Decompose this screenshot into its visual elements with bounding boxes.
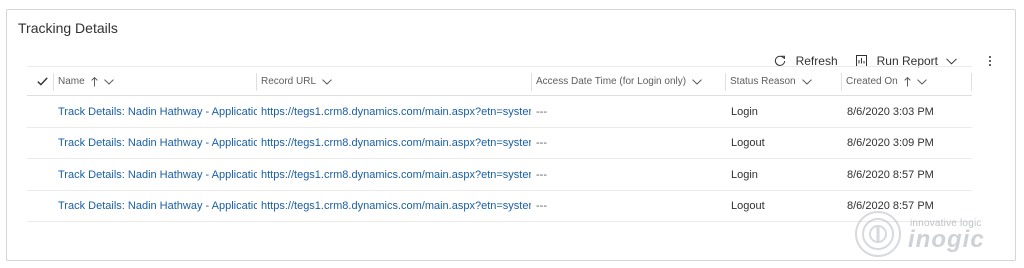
chevron-down-icon[interactable] (916, 78, 927, 85)
chevron-down-icon[interactable] (946, 57, 957, 65)
name-link[interactable]: Track Details: Nadin Hathway - Applicati… (58, 159, 257, 190)
more-icon[interactable] (985, 56, 995, 66)
sort-ascending-icon (90, 76, 98, 86)
status-reason-value: Login (731, 105, 758, 118)
column-label: Access Date Time (for Login only) (536, 76, 687, 87)
chevron-down-icon[interactable] (103, 78, 114, 85)
record-url-link[interactable]: https://tegs1.crm8.dynamics.com/main.asp… (261, 159, 531, 190)
checkmark-icon (37, 77, 48, 86)
column-label: Created On (846, 76, 898, 87)
access-date-time-value: --- (536, 168, 547, 181)
table-row[interactable]: Track Details: Nadin Hathway - Applicati… (27, 191, 972, 222)
tracking-grid: Name Record URL Access Date Time (for Lo… (27, 66, 972, 222)
record-url-link[interactable]: https://tegs1.crm8.dynamics.com/main.asp… (261, 96, 531, 127)
status-reason-value: Logout (731, 200, 765, 212)
access-date-time-value: --- (536, 137, 547, 149)
status-reason-value: Login (731, 168, 758, 181)
name-link[interactable]: Track Details: Nadin Hathway - Applicati… (58, 96, 257, 127)
access-date-time-value: --- (536, 200, 547, 212)
column-header-status-reason[interactable]: Status Reason (730, 67, 812, 96)
column-label: Name (58, 76, 85, 87)
column-header-name[interactable]: Name (58, 67, 114, 96)
column-label: Record URL (261, 76, 317, 87)
record-url-link[interactable]: https://tegs1.crm8.dynamics.com/main.asp… (261, 191, 531, 222)
inogic-watermark: innovative logic inogic (852, 208, 1022, 260)
inogic-logo-icon (855, 211, 901, 257)
watermark-brand: inogic (908, 226, 985, 253)
name-link[interactable]: Track Details: Nadin Hathway - Applicati… (58, 191, 257, 222)
column-header-record-url[interactable]: Record URL (261, 67, 332, 96)
chevron-down-icon[interactable] (322, 78, 332, 85)
access-date-time-value: --- (536, 105, 547, 118)
select-all-checkbox[interactable] (37, 67, 48, 96)
chevron-down-icon[interactable] (692, 78, 702, 85)
sort-ascending-icon (903, 76, 911, 86)
created-on-value: 8/6/2020 3:03 PM (847, 105, 934, 118)
created-on-value: 8/6/2020 8:57 PM (847, 168, 934, 181)
table-row[interactable]: Track Details: Nadin Hathway - Applicati… (27, 96, 972, 128)
table-row[interactable]: Track Details: Nadin Hathway - Applicati… (27, 128, 972, 159)
column-header-created-on[interactable]: Created On (846, 67, 927, 96)
column-header-access-date-time[interactable]: Access Date Time (for Login only) (536, 67, 702, 96)
name-link[interactable]: Track Details: Nadin Hathway - Applicati… (58, 128, 257, 159)
status-reason-value: Logout (731, 137, 765, 149)
created-on-value: 8/6/2020 3:09 PM (847, 137, 934, 149)
record-url-link[interactable]: https://tegs1.crm8.dynamics.com/main.asp… (261, 128, 531, 159)
column-label: Status Reason (730, 76, 796, 87)
table-row[interactable]: Track Details: Nadin Hathway - Applicati… (27, 159, 972, 191)
panel-title: Tracking Details (18, 20, 118, 36)
chevron-down-icon[interactable] (801, 78, 812, 85)
grid-header: Name Record URL Access Date Time (for Lo… (27, 66, 972, 96)
